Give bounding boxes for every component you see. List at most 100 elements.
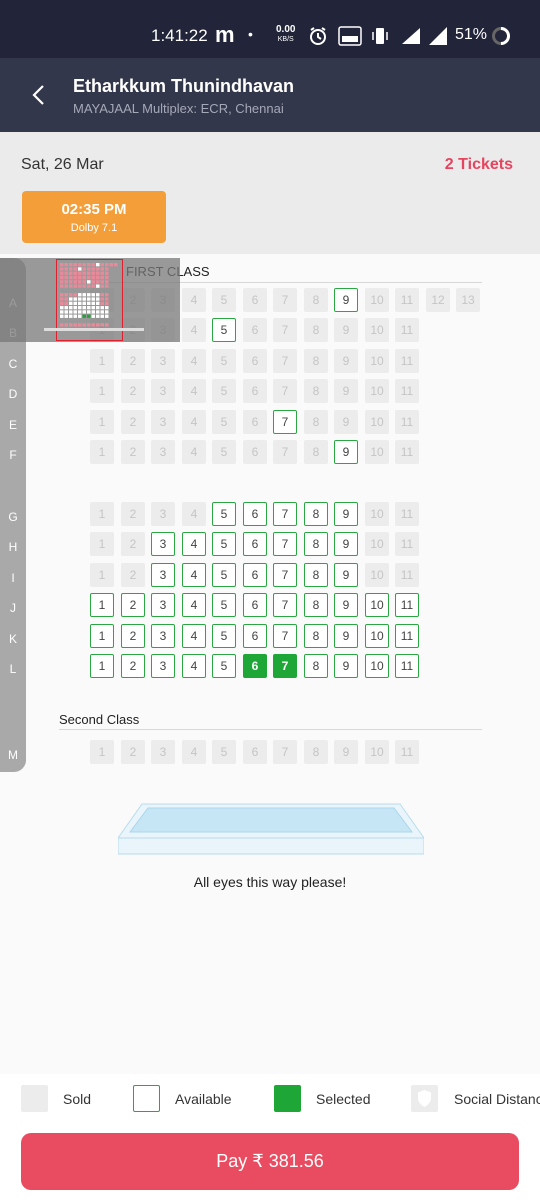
seat-layout: ABCDEFGHIJKLM FIRST CLASS Second Class 1… [0,254,540,1074]
network-speed: 0.00 KB/S [276,25,295,45]
ticket-count[interactable]: 2 Tickets [445,156,513,174]
seat-K3[interactable]: 3 [151,624,175,648]
row-letter: L [9,662,17,676]
seat-J1[interactable]: 1 [90,593,114,617]
section-second-class: Second Class [59,712,140,727]
seat-C2: 2 [121,349,145,373]
seat-A6: 6 [243,288,267,312]
showtime-bar: Sat, 26 Mar 2 Tickets 02:35 PM Dolby 7.1 [0,132,540,254]
seat-G5[interactable]: 5 [212,502,236,526]
seat-F6: 6 [243,440,267,464]
seat-K7[interactable]: 7 [273,624,297,648]
seat-F9[interactable]: 9 [334,440,358,464]
seat-K5[interactable]: 5 [212,624,236,648]
seat-I5[interactable]: 5 [212,563,236,587]
seat-K6[interactable]: 6 [243,624,267,648]
legend-selected-swatch [274,1085,301,1112]
seat-H11: 11 [395,532,419,556]
seat-L9[interactable]: 9 [334,654,358,678]
seat-J5[interactable]: 5 [212,593,236,617]
row-letter: F [9,448,17,462]
seat-L4[interactable]: 4 [182,654,206,678]
seat-L10[interactable]: 10 [365,654,389,678]
seat-minimap[interactable] [0,258,180,342]
seat-I7[interactable]: 7 [273,563,297,587]
seat-G8[interactable]: 8 [304,502,328,526]
seat-M2: 2 [121,740,145,764]
app-header: Etharkkum Thunindhavan MAYAJAAL Multiple… [0,58,540,132]
seat-K1[interactable]: 1 [90,624,114,648]
seat-F11: 11 [395,440,419,464]
showtime-format: Dolby 7.1 [70,222,118,234]
seat-A12: 12 [426,288,450,312]
seat-H4[interactable]: 4 [182,532,206,556]
chevron-left-icon[interactable] [24,80,54,110]
seat-K4[interactable]: 4 [182,624,206,648]
seat-A9[interactable]: 9 [334,288,358,312]
status-bar: 1:41:22 m • 0.00 KB/S 51% [0,0,540,58]
seat-D7: 7 [273,379,297,403]
seat-G9[interactable]: 9 [334,502,358,526]
seat-J2[interactable]: 2 [121,593,145,617]
seat-E1: 1 [90,410,114,434]
showtime-chip[interactable]: 02:35 PM Dolby 7.1 [22,191,166,243]
seat-L7[interactable]: 7 [273,654,297,678]
seat-K8[interactable]: 8 [304,624,328,648]
seat-F4: 4 [182,440,206,464]
seat-L2[interactable]: 2 [121,654,145,678]
seat-H6[interactable]: 6 [243,532,267,556]
seat-L5[interactable]: 5 [212,654,236,678]
legend-sold-label: Sold [63,1091,92,1107]
pay-button[interactable]: Pay ₹ 381.56 [21,1133,519,1190]
shield-icon [418,1090,431,1107]
pay-bar: Pay ₹ 381.56 [0,1122,540,1200]
seat-J4[interactable]: 4 [182,593,206,617]
seat-C6: 6 [243,349,267,373]
seat-M10: 10 [365,740,389,764]
seat-J10[interactable]: 10 [365,593,389,617]
seat-I11: 11 [395,563,419,587]
seat-H9[interactable]: 9 [334,532,358,556]
seat-L11[interactable]: 11 [395,654,419,678]
seat-M3: 3 [151,740,175,764]
seat-B4: 4 [182,318,206,342]
seat-L8[interactable]: 8 [304,654,328,678]
seat-H5[interactable]: 5 [212,532,236,556]
seat-I8[interactable]: 8 [304,563,328,587]
seat-J11[interactable]: 11 [395,593,419,617]
seat-J9[interactable]: 9 [334,593,358,617]
seat-K2[interactable]: 2 [121,624,145,648]
seat-K11[interactable]: 11 [395,624,419,648]
seat-J3[interactable]: 3 [151,593,175,617]
venue-name: MAYAJAAL Multiplex: ECR, Chennai [73,101,284,116]
seat-I9[interactable]: 9 [334,563,358,587]
seat-I4[interactable]: 4 [182,563,206,587]
seat-E7[interactable]: 7 [273,410,297,434]
seat-M7: 7 [273,740,297,764]
seat-L6[interactable]: 6 [243,654,267,678]
seat-K10[interactable]: 10 [365,624,389,648]
seat-I3[interactable]: 3 [151,563,175,587]
seat-B5[interactable]: 5 [212,318,236,342]
seat-A4: 4 [182,288,206,312]
seat-E2: 2 [121,410,145,434]
legend-social-label: Social Distancing [454,1091,540,1107]
seat-K9[interactable]: 9 [334,624,358,648]
seat-I6[interactable]: 6 [243,563,267,587]
seat-L3[interactable]: 3 [151,654,175,678]
seat-H8[interactable]: 8 [304,532,328,556]
seat-M9: 9 [334,740,358,764]
seat-E10: 10 [365,410,389,434]
seat-D11: 11 [395,379,419,403]
seat-H3[interactable]: 3 [151,532,175,556]
row-letter: D [8,387,18,401]
seat-L1[interactable]: 1 [90,654,114,678]
seat-H7[interactable]: 7 [273,532,297,556]
app-notification-icon: m [215,22,235,47]
seat-D6: 6 [243,379,267,403]
seat-G6[interactable]: 6 [243,502,267,526]
seat-J6[interactable]: 6 [243,593,267,617]
seat-J7[interactable]: 7 [273,593,297,617]
seat-G7[interactable]: 7 [273,502,297,526]
seat-J8[interactable]: 8 [304,593,328,617]
